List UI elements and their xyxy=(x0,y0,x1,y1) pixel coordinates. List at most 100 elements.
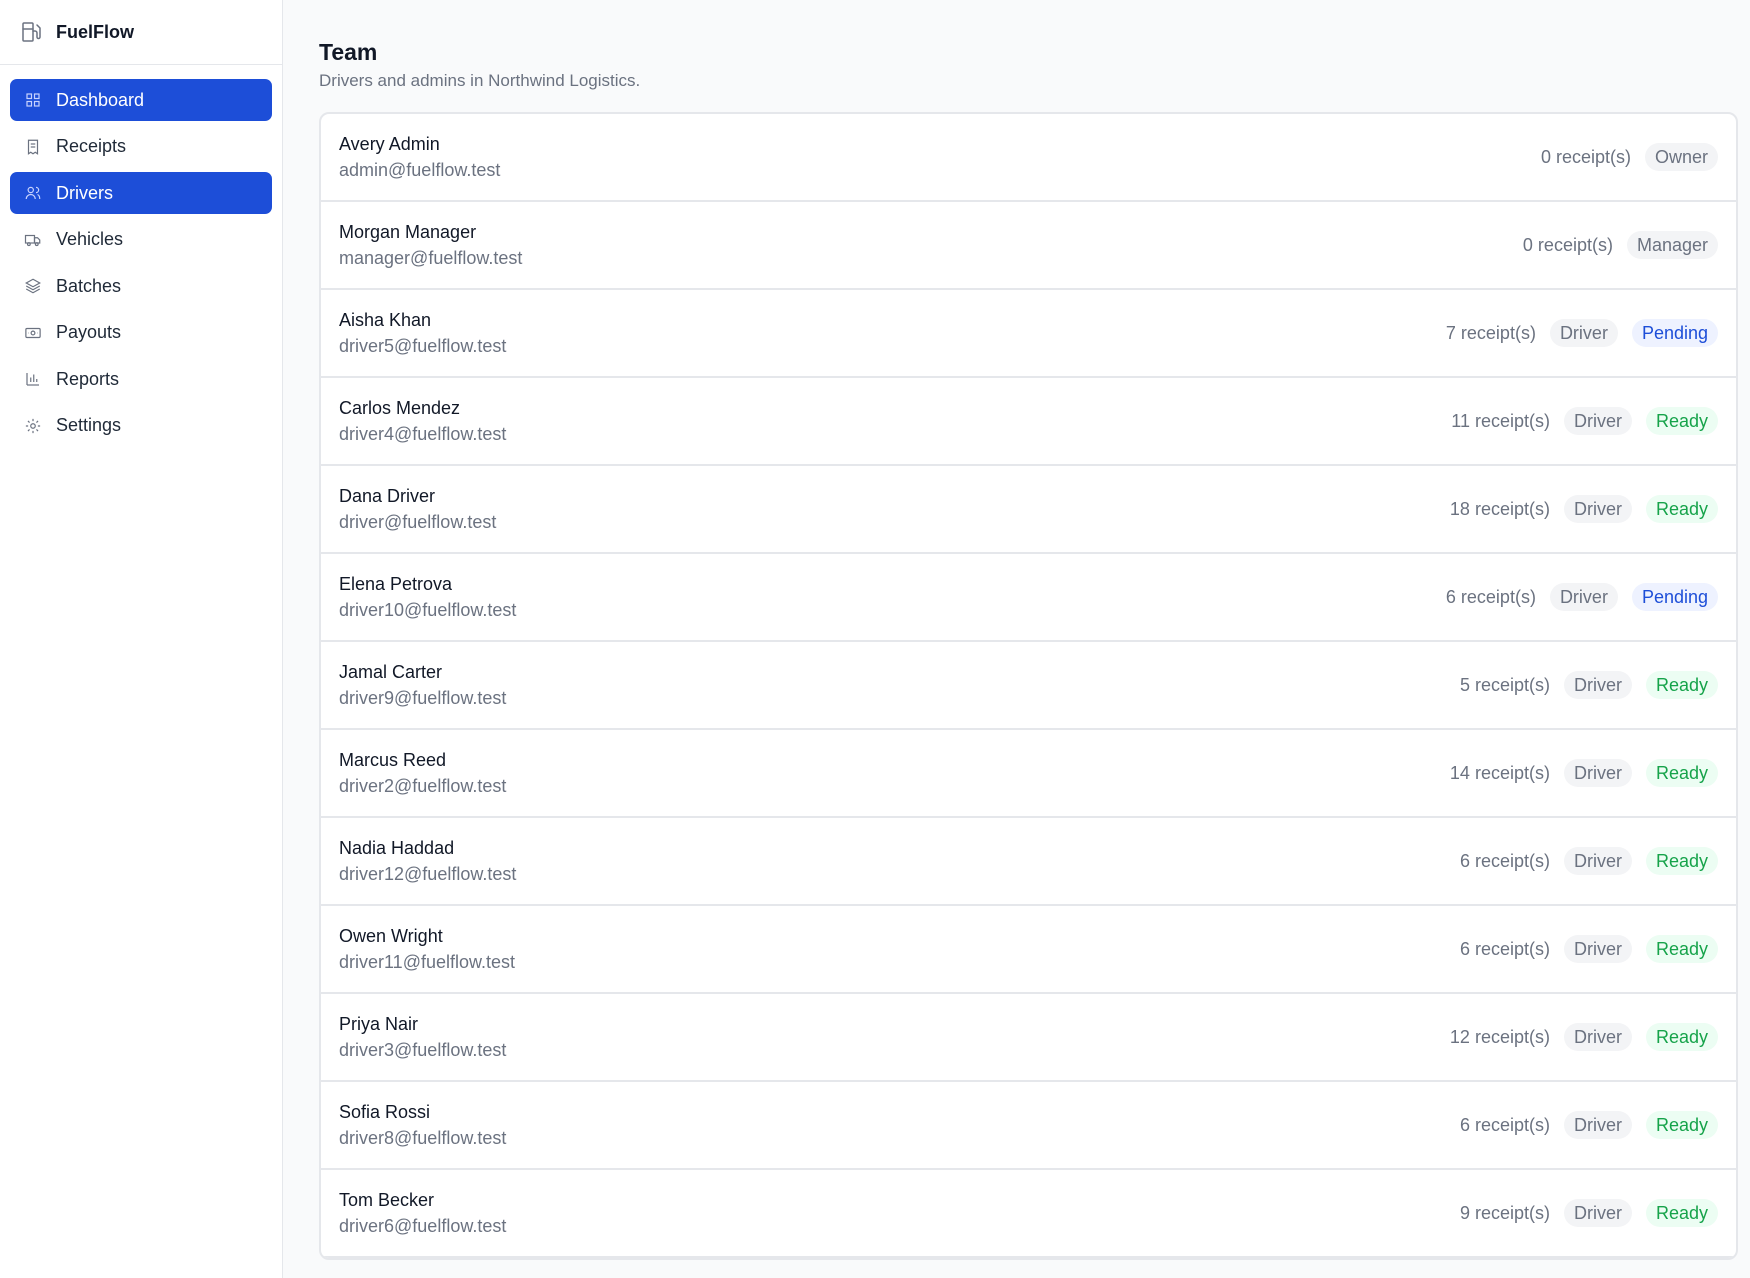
sidebar-item-reports[interactable]: Reports xyxy=(10,358,272,400)
receipt-count: 14 receipt(s) xyxy=(1449,762,1550,783)
role-badge: Driver xyxy=(1563,495,1632,523)
users-icon xyxy=(24,184,42,202)
role-badge: Driver xyxy=(1563,1111,1632,1139)
role-badge: Driver xyxy=(1563,1023,1632,1051)
team-row[interactable]: Aisha Khan driver5@fuelflow.test 7 receipt… xyxy=(321,290,1736,378)
sidebar-item-settings[interactable]: Settings xyxy=(10,405,272,447)
sidebar-item-drivers[interactable]: Drivers xyxy=(10,172,272,214)
member-email: driver12@fuelflow.test xyxy=(339,864,517,884)
member-info: Owen Wright driver11@fuelflow.test xyxy=(339,925,515,973)
status-badge: Ready xyxy=(1645,495,1718,523)
role-badge: Driver xyxy=(1563,847,1632,875)
status-badge: Ready xyxy=(1645,847,1718,875)
team-row[interactable]: Priya Nair driver3@fuelflow.test 12 receip… xyxy=(321,994,1736,1082)
team-row[interactable]: Nadia Haddad driver12@fuelflow.test 6 rece… xyxy=(321,818,1736,906)
receipt-count: 0 receipt(s) xyxy=(1540,146,1631,167)
team-row[interactable]: Carlos Mendez driver4@fuelflow.test 11 rec… xyxy=(321,378,1736,466)
member-name: Jamal Carter xyxy=(339,662,443,682)
sidebar-item-receipts[interactable]: Receipts xyxy=(10,126,272,168)
member-email: manager@fuelflow.test xyxy=(339,248,523,268)
member-email: driver11@fuelflow.test xyxy=(339,952,516,972)
grid-icon xyxy=(24,91,42,109)
page-subtitle: Drivers and admins in Northwind Logistic… xyxy=(319,71,641,90)
role-badge: Driver xyxy=(1563,759,1632,787)
member-info: Carlos Mendez driver4@fuelflow.test xyxy=(339,397,506,445)
member-info: Dana Driver driver@fuelflow.test xyxy=(339,485,496,533)
team-row[interactable]: Marcus Reed driver2@fuelflow.test 14 recei… xyxy=(321,730,1736,818)
team-row[interactable]: Morgan Manager manager@fuelflow.test 0 rec… xyxy=(321,202,1736,290)
member-meta: 9 receipt(s) Driver Ready xyxy=(1460,1199,1718,1227)
role-badge: Driver xyxy=(1563,935,1632,963)
member-name: Nadia Haddad xyxy=(339,838,455,858)
team-row[interactable]: Tom Becker driver6@fuelflow.test 9 receipt… xyxy=(321,1170,1736,1258)
team-list: Avery Admin admin@fuelflow.test 0 receipt(… xyxy=(319,112,1738,1260)
role-badge: Driver xyxy=(1563,407,1632,435)
member-meta: 0 receipt(s) Manager xyxy=(1523,231,1718,259)
member-name: Marcus Reed xyxy=(339,750,447,770)
member-name: Morgan Manager xyxy=(339,222,477,242)
layers-icon xyxy=(24,277,42,295)
role-badge: Manager xyxy=(1626,231,1718,259)
sidebar: FuelFlow Dashboard Receipts Drivers Vehicle… xyxy=(0,0,283,1278)
member-name: Dana Driver xyxy=(339,486,436,506)
member-email: driver6@fuelflow.test xyxy=(339,1216,507,1236)
app-shell: FuelFlow Dashboard Receipts Drivers Vehicle… xyxy=(0,0,1750,1278)
member-info: Tom Becker driver6@fuelflow.test xyxy=(339,1189,506,1237)
sidebar-nav: Dashboard Receipts Drivers Vehicles Batches P… xyxy=(0,65,282,465)
sidebar-item-label: Reports xyxy=(56,368,120,389)
status-badge: Pending xyxy=(1631,319,1718,347)
member-email: driver10@fuelflow.test xyxy=(339,600,517,620)
member-info: Aisha Khan driver5@fuelflow.test xyxy=(339,309,506,357)
fuel-pump-icon xyxy=(20,20,44,44)
receipt-count: 6 receipt(s) xyxy=(1459,938,1550,959)
truck-icon xyxy=(24,231,42,249)
member-info: Avery Admin admin@fuelflow.test xyxy=(339,133,500,181)
banknote-icon xyxy=(24,324,42,342)
member-info: Priya Nair driver3@fuelflow.test xyxy=(339,1013,506,1061)
sidebar-item-payouts[interactable]: Payouts xyxy=(10,312,272,354)
receipt-count: 0 receipt(s) xyxy=(1522,234,1613,255)
receipt-count: 12 receipt(s) xyxy=(1449,1026,1550,1047)
status-badge: Pending xyxy=(1631,583,1718,611)
sidebar-item-vehicles[interactable]: Vehicles xyxy=(10,219,272,261)
team-row[interactable]: Elena Petrova driver10@fuelflow.test 6 rec… xyxy=(321,554,1736,642)
member-meta: 5 receipt(s) Driver Ready xyxy=(1460,671,1718,699)
role-badge: Driver xyxy=(1563,1199,1632,1227)
sidebar-item-label: Payouts xyxy=(56,322,122,342)
status-badge: Ready xyxy=(1645,1199,1718,1227)
page-title: Team xyxy=(319,39,378,65)
receipt-count: 6 receipt(s) xyxy=(1459,850,1550,871)
member-meta: 6 receipt(s) Driver Ready xyxy=(1460,847,1718,875)
team-row[interactable]: Avery Admin admin@fuelflow.test 0 receipt(… xyxy=(321,114,1736,202)
role-badge: Driver xyxy=(1563,671,1632,699)
sidebar-item-batches[interactable]: Batches xyxy=(10,265,272,307)
member-name: Priya Nair xyxy=(339,1014,419,1034)
sidebar-item-label: Batches xyxy=(56,275,122,296)
member-name: Tom Becker xyxy=(339,1190,435,1210)
member-meta: 7 receipt(s) Driver Pending xyxy=(1446,319,1718,347)
team-row[interactable]: Owen Wright driver11@fuelflow.test 6 recei… xyxy=(321,906,1736,994)
sidebar-item-dashboard[interactable]: Dashboard xyxy=(10,79,272,121)
team-row[interactable]: Dana Driver driver@fuelflow.test 18 receip… xyxy=(321,466,1736,554)
main-content: Team Drivers and admins in Northwind Log… xyxy=(283,0,1750,1278)
receipt-icon xyxy=(24,138,42,156)
member-meta: 6 receipt(s) Driver Pending xyxy=(1446,583,1718,611)
status-badge: Ready xyxy=(1645,1111,1718,1139)
member-meta: 0 receipt(s) Owner xyxy=(1541,143,1718,171)
member-meta: 14 receipt(s) Driver Ready xyxy=(1450,759,1718,787)
member-name: Aisha Khan xyxy=(339,310,432,330)
receipt-count: 18 receipt(s) xyxy=(1449,498,1550,519)
role-badge: Driver xyxy=(1549,319,1618,347)
brand[interactable]: FuelFlow xyxy=(0,0,282,65)
member-email: admin@fuelflow.test xyxy=(339,160,501,180)
member-name: Sofia Rossi xyxy=(339,1102,431,1122)
member-email: driver9@fuelflow.test xyxy=(339,688,507,708)
receipt-count: 11 receipt(s) xyxy=(1451,410,1550,431)
status-badge: Ready xyxy=(1645,407,1718,435)
member-email: driver3@fuelflow.test xyxy=(339,1040,507,1060)
member-info: Morgan Manager manager@fuelflow.test xyxy=(339,221,522,269)
member-email: driver2@fuelflow.test xyxy=(339,776,507,796)
member-info: Jamal Carter driver9@fuelflow.test xyxy=(339,661,506,709)
team-row[interactable]: Jamal Carter driver9@fuelflow.test 5 recei… xyxy=(321,642,1736,730)
team-row[interactable]: Sofia Rossi driver8@fuelflow.test 6 receip… xyxy=(321,1082,1736,1170)
